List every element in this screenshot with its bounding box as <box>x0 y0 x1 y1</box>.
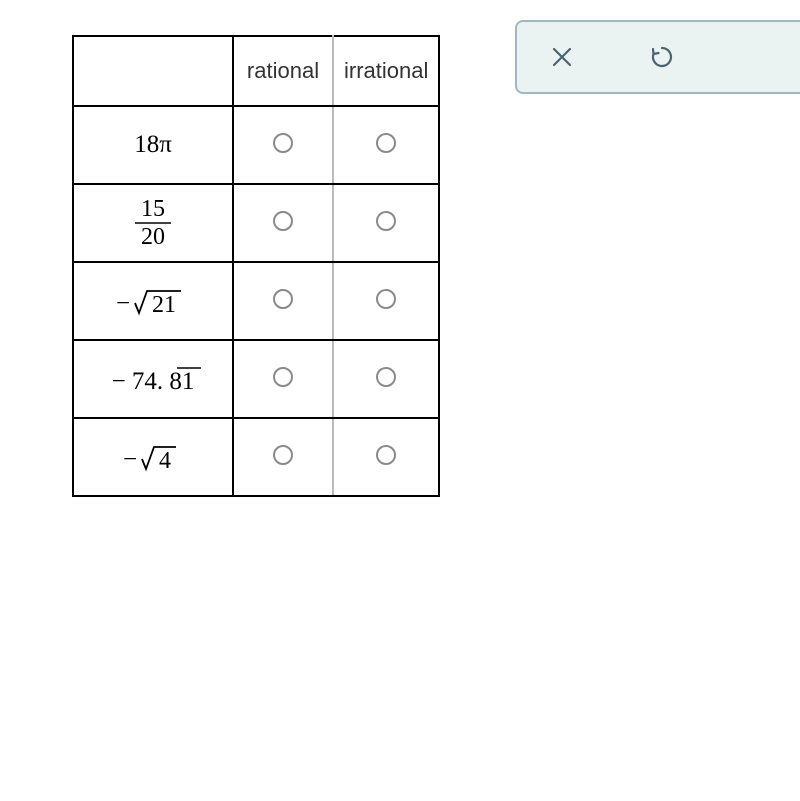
expression-neg-sqrt-21: − 21 <box>103 281 203 321</box>
table-row: 15 20 <box>73 184 439 262</box>
close-icon <box>551 46 573 68</box>
expression-neg-sqrt-4: − 4 <box>108 437 198 477</box>
radio-cell <box>233 262 333 340</box>
radio-cell <box>333 418 439 496</box>
radio-irrational-1[interactable] <box>376 211 396 231</box>
svg-text:15: 15 <box>141 196 165 222</box>
svg-text:21: 21 <box>152 292 176 318</box>
radio-irrational-3[interactable] <box>376 367 396 387</box>
svg-text:−: − <box>123 446 137 473</box>
expression-neg-74-81-repeating: − 74. 81 <box>93 359 213 399</box>
radio-irrational-4[interactable] <box>376 445 396 465</box>
svg-text:−: − <box>116 290 130 317</box>
table-row: 18π <box>73 106 439 184</box>
svg-text:4: 4 <box>159 448 171 474</box>
table-row: − 21 <box>73 262 439 340</box>
radio-irrational-0[interactable] <box>376 133 396 153</box>
radio-rational-1[interactable] <box>273 211 293 231</box>
header-irrational: irrational <box>333 36 439 106</box>
expression-18pi: 18π <box>123 130 183 160</box>
table-header-row: rational irrational <box>73 36 439 106</box>
radio-rational-4[interactable] <box>273 445 293 465</box>
radio-cell <box>333 106 439 184</box>
radio-rational-2[interactable] <box>273 289 293 309</box>
radio-rational-3[interactable] <box>273 367 293 387</box>
expression-cell: − 21 <box>73 262 233 340</box>
header-rational: rational <box>233 36 333 106</box>
svg-text:20: 20 <box>141 224 165 250</box>
toolbar <box>515 20 800 94</box>
expression-fraction-15-20: 15 20 <box>123 194 183 252</box>
undo-icon <box>649 44 675 70</box>
radio-cell <box>233 106 333 184</box>
radio-cell <box>333 340 439 418</box>
radio-cell <box>333 262 439 340</box>
radio-rational-0[interactable] <box>273 133 293 153</box>
radio-cell <box>233 418 333 496</box>
svg-text:− 74. 81: − 74. 81 <box>112 368 195 395</box>
radio-irrational-2[interactable] <box>376 289 396 309</box>
classification-table: rational irrational 18π 15 20 <box>72 35 440 497</box>
expression-cell: − 4 <box>73 418 233 496</box>
radio-cell <box>333 184 439 262</box>
svg-text:18π: 18π <box>134 131 172 158</box>
table-row: − 74. 81 <box>73 340 439 418</box>
close-button[interactable] <box>547 42 577 72</box>
table-row: − 4 <box>73 418 439 496</box>
radio-cell <box>233 340 333 418</box>
expression-cell: − 74. 81 <box>73 340 233 418</box>
expression-cell: 15 20 <box>73 184 233 262</box>
radio-cell <box>233 184 333 262</box>
expression-cell: 18π <box>73 106 233 184</box>
header-blank <box>73 36 233 106</box>
undo-button[interactable] <box>647 42 677 72</box>
